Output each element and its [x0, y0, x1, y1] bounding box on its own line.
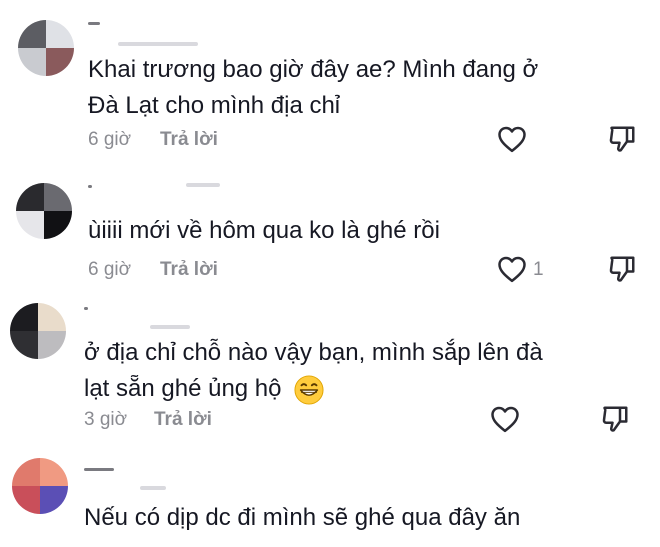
- thumbs-down-icon[interactable]: [607, 124, 637, 154]
- username-blurred: [84, 307, 88, 310]
- avatar[interactable]: [12, 458, 68, 514]
- comment-text-line: Đà Lạt cho mình địa chỉ: [88, 92, 341, 119]
- comment-item: ở địa chỉ chỗ nào vậy bạn, mình sắp lên …: [0, 289, 660, 444]
- username-blurred: [88, 22, 100, 25]
- like-count: 1: [533, 259, 544, 280]
- heart-outline-icon[interactable]: [497, 255, 527, 283]
- comment-item: Nếu có dịp dc đi mình sẽ ghé qua đây ăn: [0, 446, 660, 547]
- avatar[interactable]: [18, 20, 74, 76]
- reply-button[interactable]: Trả lời: [154, 409, 212, 431]
- comment-text-line: Nếu có dịp dc đi mình sẽ ghé qua đây ăn: [84, 504, 521, 531]
- comment-text-line: ở địa chỉ chỗ nào vậy bạn, mình sắp lên …: [84, 339, 543, 366]
- heart-outline-icon[interactable]: [490, 405, 520, 433]
- comment-item: Khai trương bao giờ đây ae? Mình đang ở …: [0, 0, 660, 165]
- comment-time: 6 giờ: [88, 129, 132, 150]
- comment-text-line: Khai trương bao giờ đây ae? Mình đang ở: [88, 56, 539, 83]
- comment-time: 6 giờ: [88, 259, 132, 280]
- username-blurred: [88, 185, 92, 188]
- comment-item: ùiiii mới về hôm qua ko là ghé rồi 6 giờ…: [0, 167, 660, 287]
- comment-text-line: ùiiii mới về hôm qua ko là ghé rồi: [88, 217, 440, 244]
- comment-time: 3 giờ: [84, 409, 128, 430]
- comment-text-line: lạt sẵn ghé ủng hộ: [84, 369, 324, 409]
- thumbs-down-icon[interactable]: [607, 254, 637, 284]
- thumbs-down-icon[interactable]: [600, 404, 630, 434]
- comment-text-span: lạt sẵn ghé ủng hộ: [84, 375, 282, 402]
- reply-button[interactable]: Trả lời: [160, 259, 218, 281]
- username-blurred: [150, 325, 190, 329]
- avatar[interactable]: [16, 183, 72, 239]
- username-blurred: [118, 42, 198, 46]
- reply-button[interactable]: Trả lời: [160, 129, 218, 151]
- username-blurred: [140, 486, 166, 490]
- avatar[interactable]: [10, 303, 66, 359]
- username-blurred: [186, 183, 220, 187]
- grinning-face-emoji: [294, 375, 324, 405]
- username-blurred: [84, 468, 114, 471]
- heart-outline-icon[interactable]: [497, 125, 527, 153]
